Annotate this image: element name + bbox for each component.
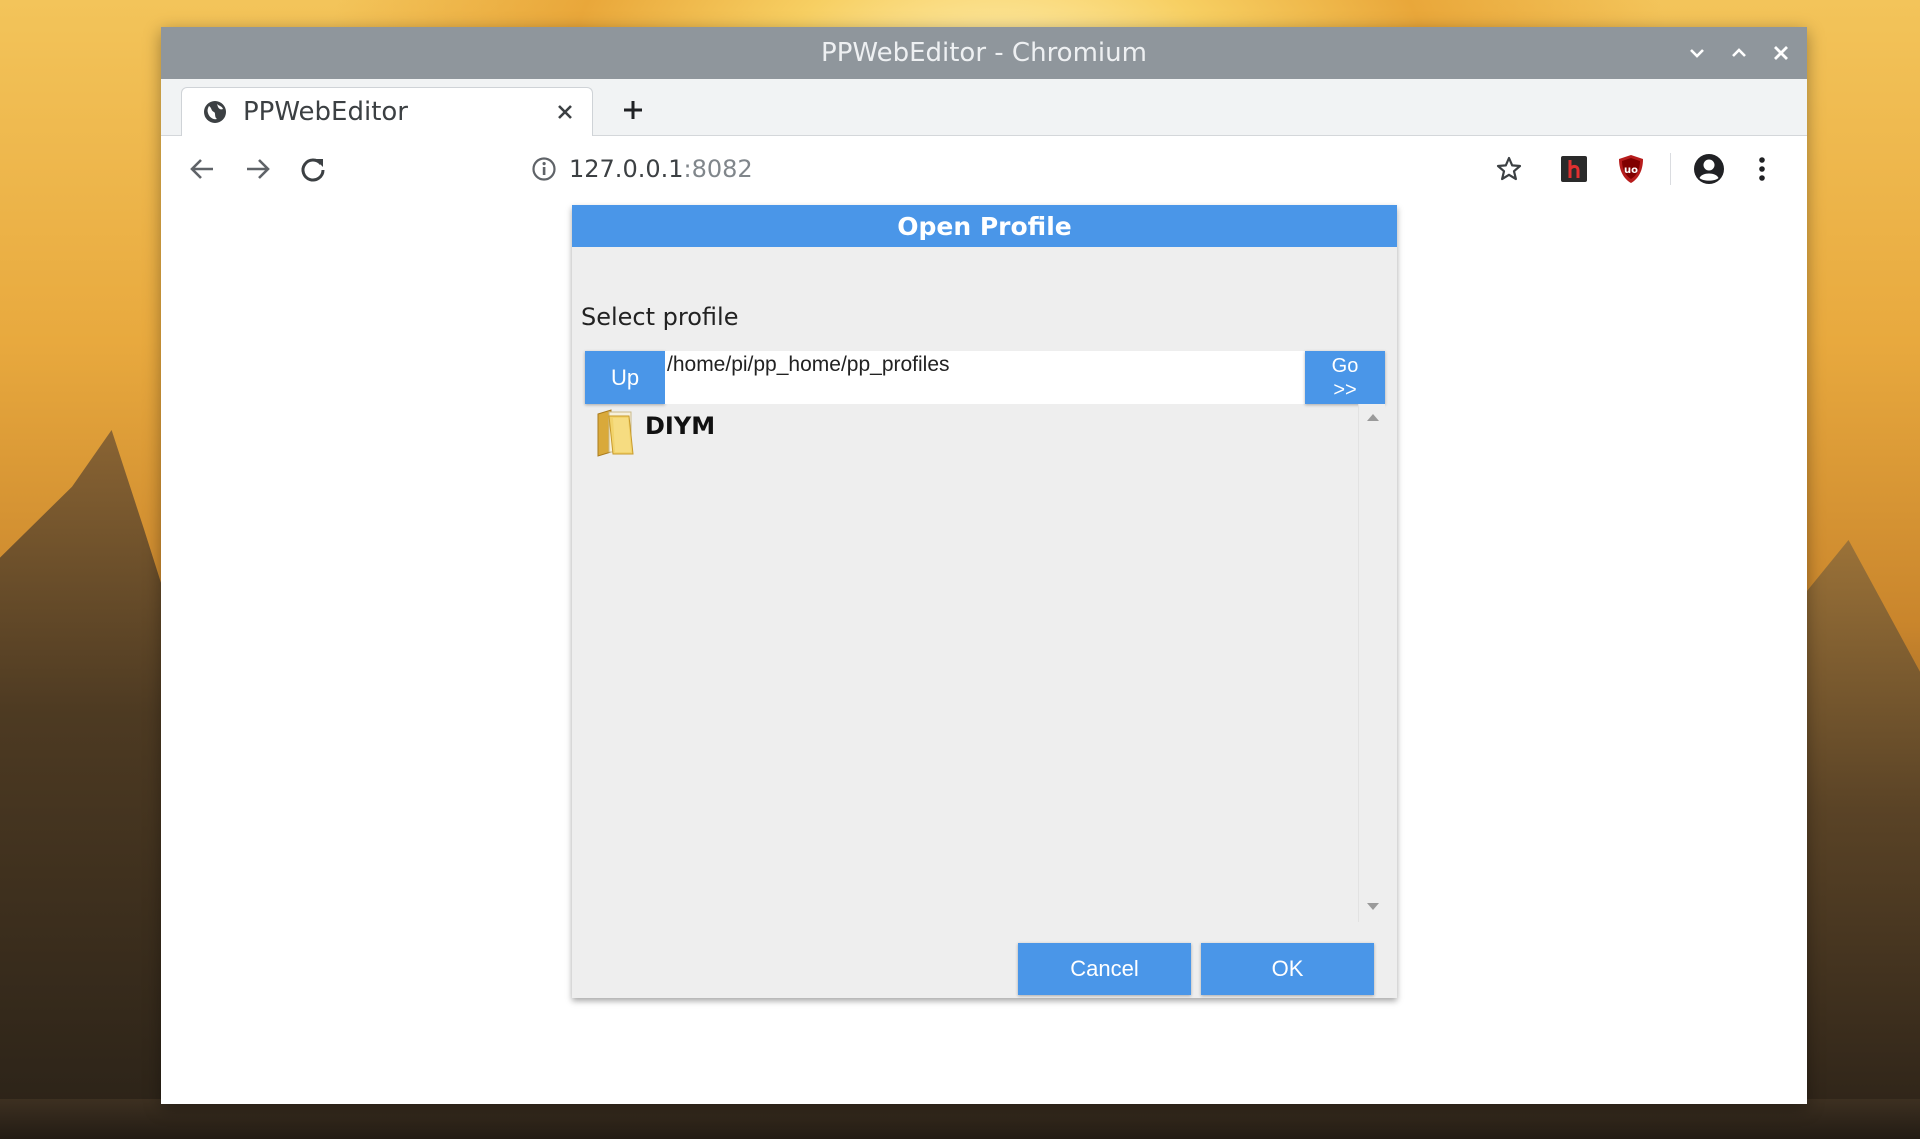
path-row: Up /home/pi/pp_home/pp_profiles Go >> — [585, 351, 1385, 404]
new-tab-button[interactable] — [617, 94, 649, 126]
select-profile-label: Select profile — [581, 303, 739, 331]
profile-file-list: DIYM — [585, 404, 1385, 922]
go-button[interactable]: Go >> — [1305, 351, 1385, 404]
menu-button[interactable] — [1747, 149, 1777, 189]
account-icon — [1694, 154, 1724, 184]
h-extension-icon — [1561, 156, 1587, 182]
reload-button[interactable] — [296, 152, 330, 186]
folder-icon — [597, 409, 634, 457]
svg-text:uo: uo — [1624, 165, 1638, 176]
cancel-button[interactable]: Cancel — [1018, 943, 1191, 995]
browser-toolbar: 127.0.0.1:8082 uo — [161, 136, 1807, 203]
more-vertical-icon — [1759, 157, 1765, 181]
ublock-shield-icon: uo — [1619, 155, 1643, 183]
url-port: :8082 — [683, 155, 753, 183]
info-icon[interactable] — [531, 156, 557, 182]
go-label-line2: >> — [1333, 378, 1357, 401]
up-button[interactable]: Up — [585, 351, 665, 404]
list-item-label: DIYM — [645, 412, 716, 440]
window-title: PPWebEditor - Chromium — [821, 38, 1147, 68]
ok-button[interactable]: OK — [1201, 943, 1374, 995]
browser-window: PPWebEditor - Chromium PPWebEditor 127.0… — [161, 27, 1807, 1104]
close-icon — [1774, 46, 1788, 60]
path-input[interactable]: /home/pi/pp_home/pp_profiles — [665, 351, 1305, 404]
extension-h-button[interactable] — [1554, 149, 1594, 189]
close-icon — [558, 105, 572, 119]
arrow-left-icon — [190, 159, 213, 179]
background-mountain-left — [0, 430, 180, 1139]
tab-title: PPWebEditor — [243, 97, 408, 127]
plus-icon — [624, 101, 642, 119]
reload-icon — [301, 158, 325, 182]
bookmark-button[interactable] — [1489, 149, 1529, 189]
scroll-up-arrow[interactable] — [1367, 414, 1379, 421]
globe-icon — [204, 101, 226, 123]
arrow-right-icon — [247, 159, 270, 179]
profile-button[interactable] — [1689, 149, 1729, 189]
list-item-diym[interactable]: DIYM — [595, 408, 715, 458]
scroll-down-arrow[interactable] — [1367, 903, 1379, 910]
close-window-button[interactable] — [1771, 43, 1791, 63]
address-bar[interactable]: 127.0.0.1:8082 — [351, 145, 1531, 193]
star-icon — [1496, 156, 1522, 181]
chevron-up-icon — [1732, 48, 1746, 57]
url-host: 127.0.0.1 — [569, 155, 684, 183]
window-controls — [1687, 27, 1791, 79]
maximize-button[interactable] — [1729, 43, 1749, 63]
background-ground — [0, 1099, 1920, 1139]
dialog-title: Open Profile — [572, 205, 1397, 247]
page-content: Open Profile Select profile Up /home/pi/… — [161, 202, 1807, 1104]
extension-ublock-button[interactable]: uo — [1611, 149, 1651, 189]
toolbar-separator — [1670, 153, 1671, 185]
list-scrollbar[interactable] — [1358, 404, 1385, 922]
minimize-button[interactable] — [1687, 43, 1707, 63]
chevron-down-icon — [1690, 49, 1704, 58]
forward-button[interactable] — [241, 152, 275, 186]
back-button[interactable] — [185, 152, 219, 186]
open-profile-dialog: Open Profile Select profile Up /home/pi/… — [572, 205, 1397, 998]
go-label-line1: Go — [1331, 354, 1359, 377]
tab-ppwebeditor[interactable]: PPWebEditor — [181, 87, 593, 136]
tab-close-button[interactable] — [554, 101, 576, 123]
window-titlebar[interactable]: PPWebEditor - Chromium — [161, 27, 1807, 79]
tab-strip: PPWebEditor — [161, 79, 1807, 136]
background-mountain-right — [1790, 540, 1920, 1139]
